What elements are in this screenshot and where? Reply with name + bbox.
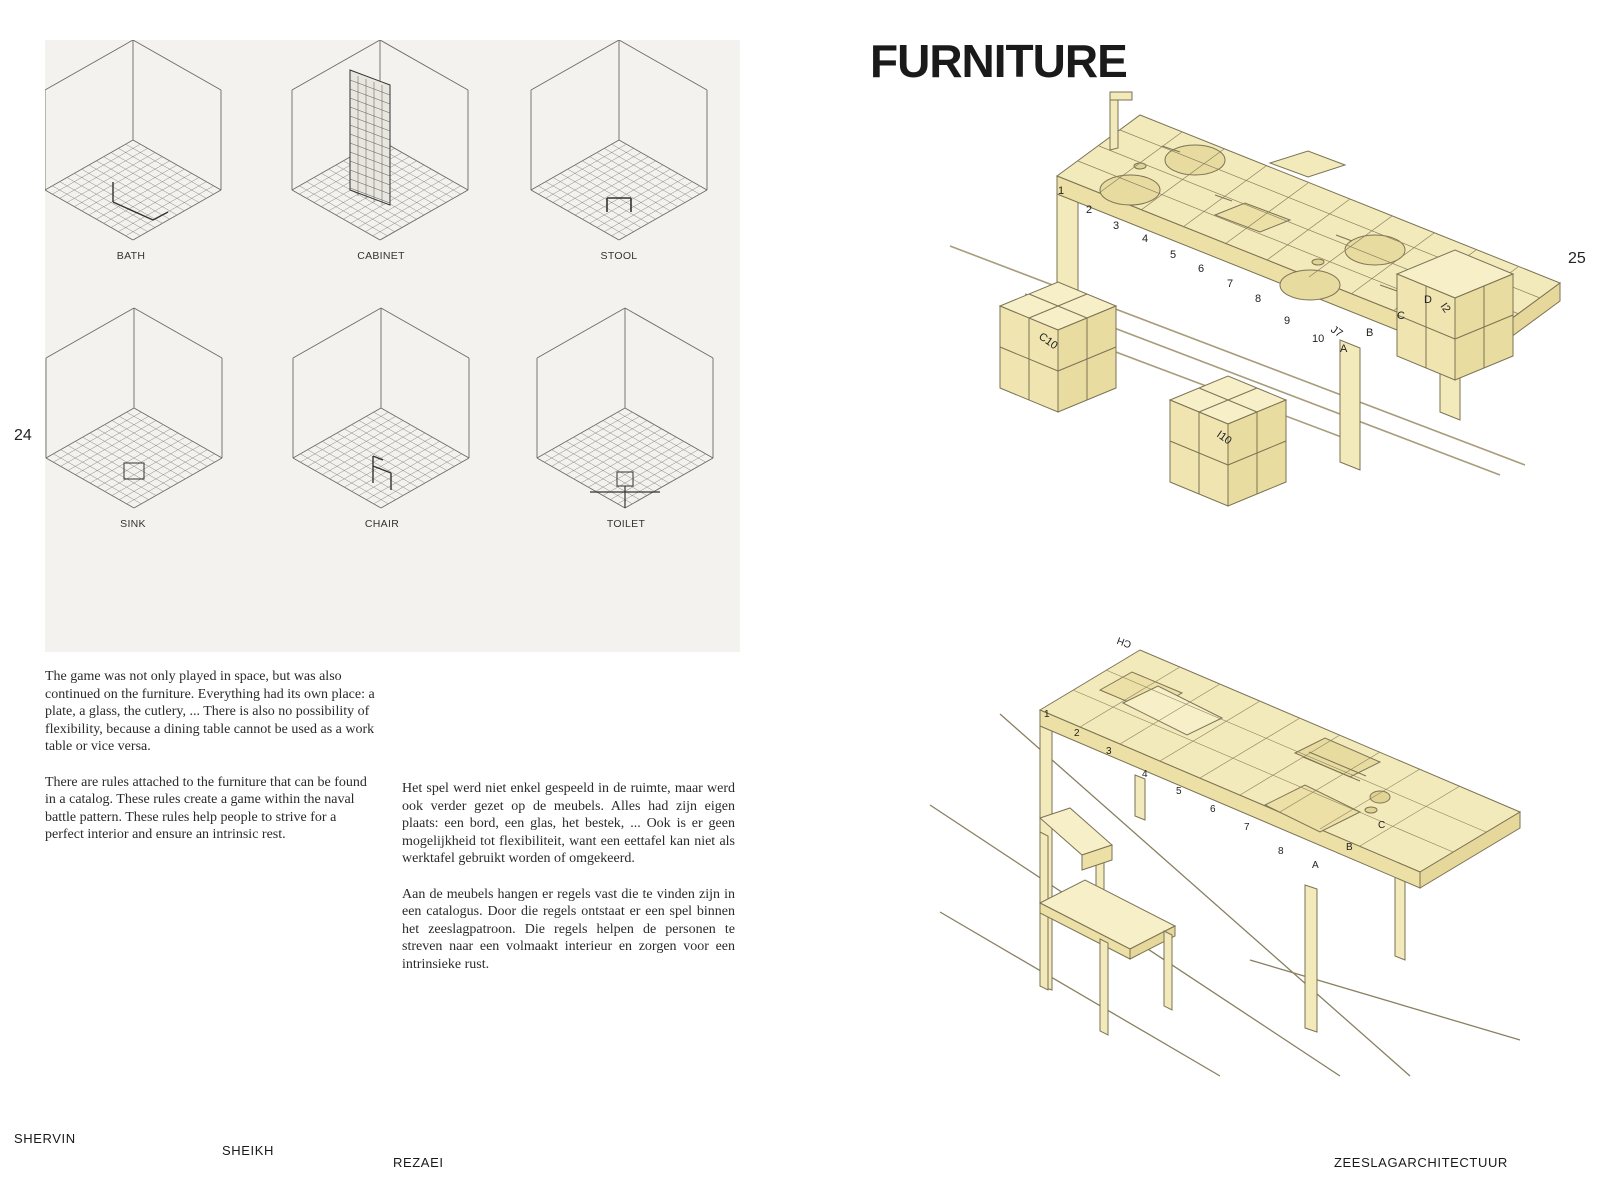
desk-num-2: 2 — [1074, 728, 1080, 739]
desk-num-6: 6 — [1210, 804, 1216, 815]
dining-letter-d: D — [1424, 294, 1432, 306]
iso-cube-bath — [44, 39, 222, 241]
dining-num-2: 2 — [1086, 204, 1092, 216]
desk-letter-c: C — [1378, 820, 1385, 831]
dining-num-8: 8 — [1255, 293, 1261, 305]
dining-letter-c: C — [1397, 310, 1405, 322]
dining-num-9: 9 — [1284, 315, 1290, 327]
dining-cube-c10 — [998, 281, 1118, 413]
dining-num-3: 3 — [1113, 220, 1119, 232]
desk-letter-b: B — [1346, 842, 1353, 853]
iso-cube-toilet — [536, 307, 714, 509]
diagram-panel — [44, 39, 740, 652]
desk-num-4: 4 — [1142, 769, 1148, 780]
diagram-label-toilet: TOILET — [606, 518, 646, 530]
footer-name-middle: SHEIKH — [222, 1143, 275, 1158]
diagram-label-stool: STOOL — [600, 250, 638, 262]
dining-num-4: 4 — [1142, 233, 1148, 245]
iso-cube-sink — [45, 307, 223, 509]
desk-num-7: 7 — [1244, 822, 1250, 833]
desk-corner-label: CH — [1116, 634, 1133, 649]
dining-cube-i2 — [1395, 249, 1515, 381]
dining-num-5: 5 — [1170, 249, 1176, 261]
diagram-label-chair: CHAIR — [364, 518, 400, 530]
left-page: BATH CABINET STOOL SINK CHAIR TOILET 24 … — [0, 0, 800, 1200]
iso-cube-cabinet — [291, 39, 469, 241]
cube-label-j7: J7 — [1328, 324, 1344, 340]
dutch-paragraph-2: Aan de meubels hangen er regels vast die… — [402, 886, 735, 972]
desk-letter-a: A — [1312, 860, 1319, 871]
dining-letter-a: A — [1340, 343, 1348, 355]
dining-num-7: 7 — [1227, 278, 1233, 290]
footer-project: ZEESLAGARCHITECTUUR — [1334, 1155, 1508, 1170]
furniture-illustrations: 1 2 3 4 5 6 7 8 9 10 A B C D C10 I10 J7 … — [929, 91, 1562, 1077]
desk-num-8: 8 — [1278, 846, 1284, 857]
dining-num-6: 6 — [1198, 263, 1204, 275]
dining-letter-b: B — [1366, 327, 1373, 339]
page-number-left: 24 — [14, 427, 32, 444]
footer-name-first: SHERVIN — [14, 1131, 76, 1146]
english-paragraph-1: The game was not only played in space, b… — [45, 669, 375, 754]
footer-name-last: REZAEI — [393, 1155, 444, 1170]
iso-cube-stool — [530, 39, 708, 241]
work-desk — [1038, 649, 1522, 1033]
english-paragraph-2: There are rules attached to the furnitur… — [45, 774, 367, 843]
dutch-text: Het spel werd niet enkel gespeeld in de … — [402, 780, 735, 991]
desk-num-1: 1 — [1044, 709, 1050, 720]
furniture-grid-diagrams — [44, 39, 714, 509]
english-text: The game was not only played in space, b… — [45, 668, 375, 862]
dining-num-10: 10 — [1312, 333, 1324, 345]
iso-cube-chair — [292, 307, 470, 509]
diagram-label-cabinet: CABINET — [357, 250, 405, 262]
diagram-label-bath: BATH — [116, 250, 146, 262]
diagram-label-sink: SINK — [120, 518, 146, 530]
desk-chair — [1038, 807, 1177, 1036]
dining-num-1: 1 — [1058, 185, 1064, 197]
desk-num-5: 5 — [1176, 786, 1182, 797]
desk-num-3: 3 — [1106, 746, 1112, 757]
dutch-paragraph-1: Het spel werd niet enkel gespeeld in de … — [402, 781, 735, 866]
